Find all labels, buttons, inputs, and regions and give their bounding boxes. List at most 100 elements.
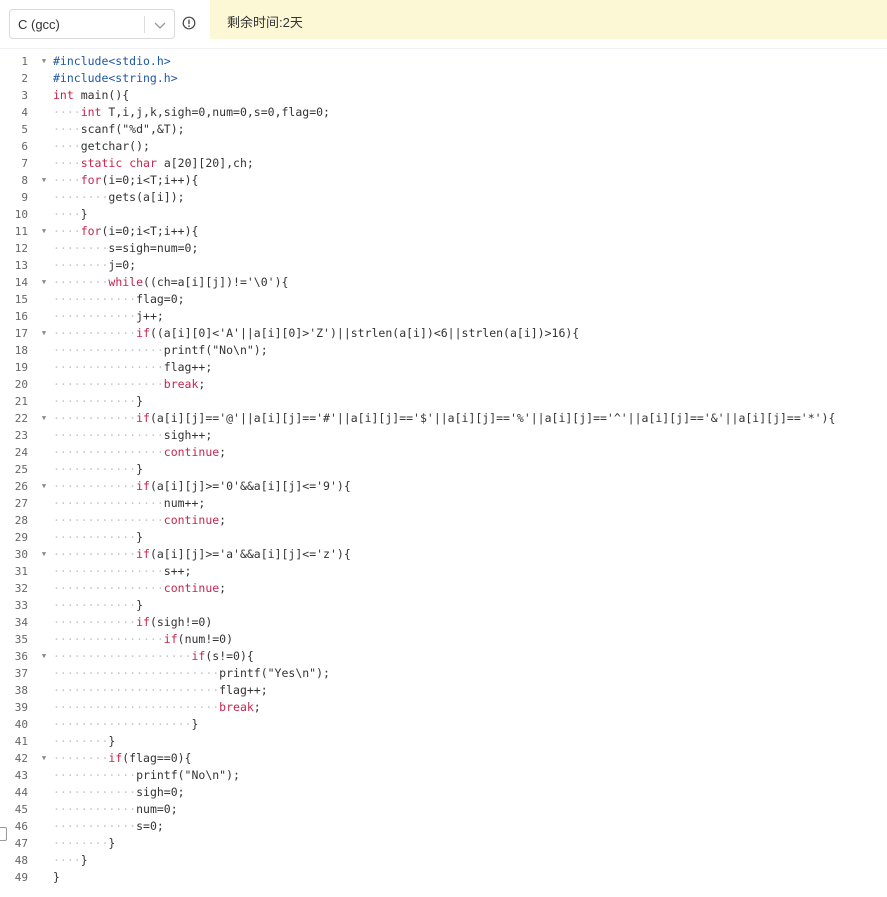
fold-toggle-icon[interactable]: ▼ [40,172,48,189]
code-text: ············if(sigh!=0) [53,615,213,629]
code-text: ················num++; [53,496,206,510]
line-number: 10 [14,208,28,221]
line-number: 21 [14,395,28,408]
code-text: ············sigh=0; [53,785,185,799]
line-number: 23 [14,429,28,442]
code-text: ····} [53,853,88,867]
line-number: 35 [14,633,28,646]
code-text: ····for(i=0;i<T;i++){ [53,173,199,187]
line-number: 27 [14,497,28,510]
fold-toggle-icon[interactable]: ▼ [40,223,48,240]
line-number: 18 [14,344,28,357]
line-number: 33 [14,599,28,612]
code-text: ········s=sigh=num=0; [53,241,199,255]
code-text: ············printf("No\n"); [53,768,240,782]
chevron-down-icon[interactable] [152,17,168,33]
code-text: ························flag++; [53,683,268,697]
line-number: 28 [14,514,28,527]
code-text: ····int T,i,j,k,sigh=0,num=0,s=0,flag=0; [53,105,330,119]
code-text: ············j++; [53,309,164,323]
code-text: ············} [53,462,144,476]
line-number: 19 [14,361,28,374]
line-number: 49 [14,871,28,884]
line-number: 26 [14,480,28,493]
code-text: ····static char a[20][20],ch; [53,156,254,170]
fold-toggle-icon[interactable]: ▼ [40,648,48,665]
line-number: 22 [14,412,28,425]
code-text: #include<string.h> [53,71,178,85]
line-number: 38 [14,684,28,697]
language-select[interactable]: C (gcc) [9,9,175,39]
code-text: ················sigh++; [53,428,213,442]
fold-toggle-icon[interactable]: ▼ [40,325,48,342]
remaining-time-banner: 剩余时间:2天 [210,0,887,39]
code-text: ····} [53,207,88,221]
code-text: ············if((a[i][0]<'A'||a[i][0]>'Z'… [53,326,580,340]
line-number: 40 [14,718,28,731]
code-text: #include<stdio.h> [53,54,171,68]
line-number: 43 [14,769,28,782]
code-text: ················continue; [53,445,227,459]
code-text: ····getchar(); [53,139,150,153]
line-number: 48 [14,854,28,867]
code-text: ················continue; [53,513,227,527]
line-number: 3 [21,89,28,102]
code-text: ········} [53,836,116,850]
line-number: 37 [14,667,28,680]
line-number: 44 [14,786,28,799]
line-number: 25 [14,463,28,476]
language-select-value: C (gcc) [18,17,60,32]
line-number: 32 [14,582,28,595]
code-text: ············} [53,394,144,408]
code-text: ················continue; [53,581,227,595]
code-text: ················s++; [53,564,192,578]
line-number: 24 [14,446,28,459]
code-text: ················printf("No\n"); [53,343,268,357]
fold-toggle-icon[interactable]: ▼ [40,750,48,767]
fold-toggle-icon[interactable]: ▼ [40,410,48,427]
line-number: 30 [14,548,28,561]
line-number: 12 [14,242,28,255]
fold-toggle-icon[interactable]: ▼ [40,53,48,70]
line-number: 7 [21,157,28,170]
panel-toggle-icon[interactable] [0,827,7,841]
code-text: ········} [53,734,116,748]
line-number: 20 [14,378,28,391]
code-text: ····················} [53,717,199,731]
fold-toggle-icon[interactable]: ▼ [40,274,48,291]
line-number: 42 [14,752,28,765]
line-number: 6 [21,140,28,153]
line-number: 34 [14,616,28,629]
line-number: 31 [14,565,28,578]
fold-toggle-icon[interactable]: ▼ [40,546,48,563]
line-number: 13 [14,259,28,272]
line-number: 16 [14,310,28,323]
line-number: 15 [14,293,28,306]
line-number: 14 [14,276,28,289]
line-number: 11 [14,225,28,238]
code-text: ················if(num!=0) [53,632,234,646]
code-text: ················break; [53,377,206,391]
code-text: int main(){ [53,88,130,102]
code-text: ············if(a[i][j]>='a'&&a[i][j]<='z… [53,547,351,561]
code-text: ········gets(a[i]); [53,190,185,204]
code-text: ············} [53,598,144,612]
line-number: 4 [21,106,28,119]
line-number: 8 [21,174,28,187]
line-number: 41 [14,735,28,748]
remaining-time-text: 剩余时间:2天 [227,15,303,30]
info-icon[interactable] [182,16,196,30]
code-text: } [53,870,60,884]
code-text: ············num=0; [53,802,178,816]
code-text: ········while((ch=a[i][j])!='\0'){ [53,275,289,289]
line-number: 5 [21,123,28,136]
code-text: ························printf("Yes\n"); [53,666,330,680]
code-text: ············flag=0; [53,292,185,306]
code-editor[interactable]: 1 ▼ #include<stdio.h> 2 #include<string.h> 3 i… [0,48,887,897]
code-text: ····for(i=0;i<T;i++){ [53,224,199,238]
editor-toolbar: C (gcc) 剩余时间:2天 [0,0,887,48]
fold-toggle-icon[interactable]: ▼ [40,478,48,495]
select-divider [144,16,145,33]
code-text: ········if(flag==0){ [53,751,192,765]
line-number: 39 [14,701,28,714]
